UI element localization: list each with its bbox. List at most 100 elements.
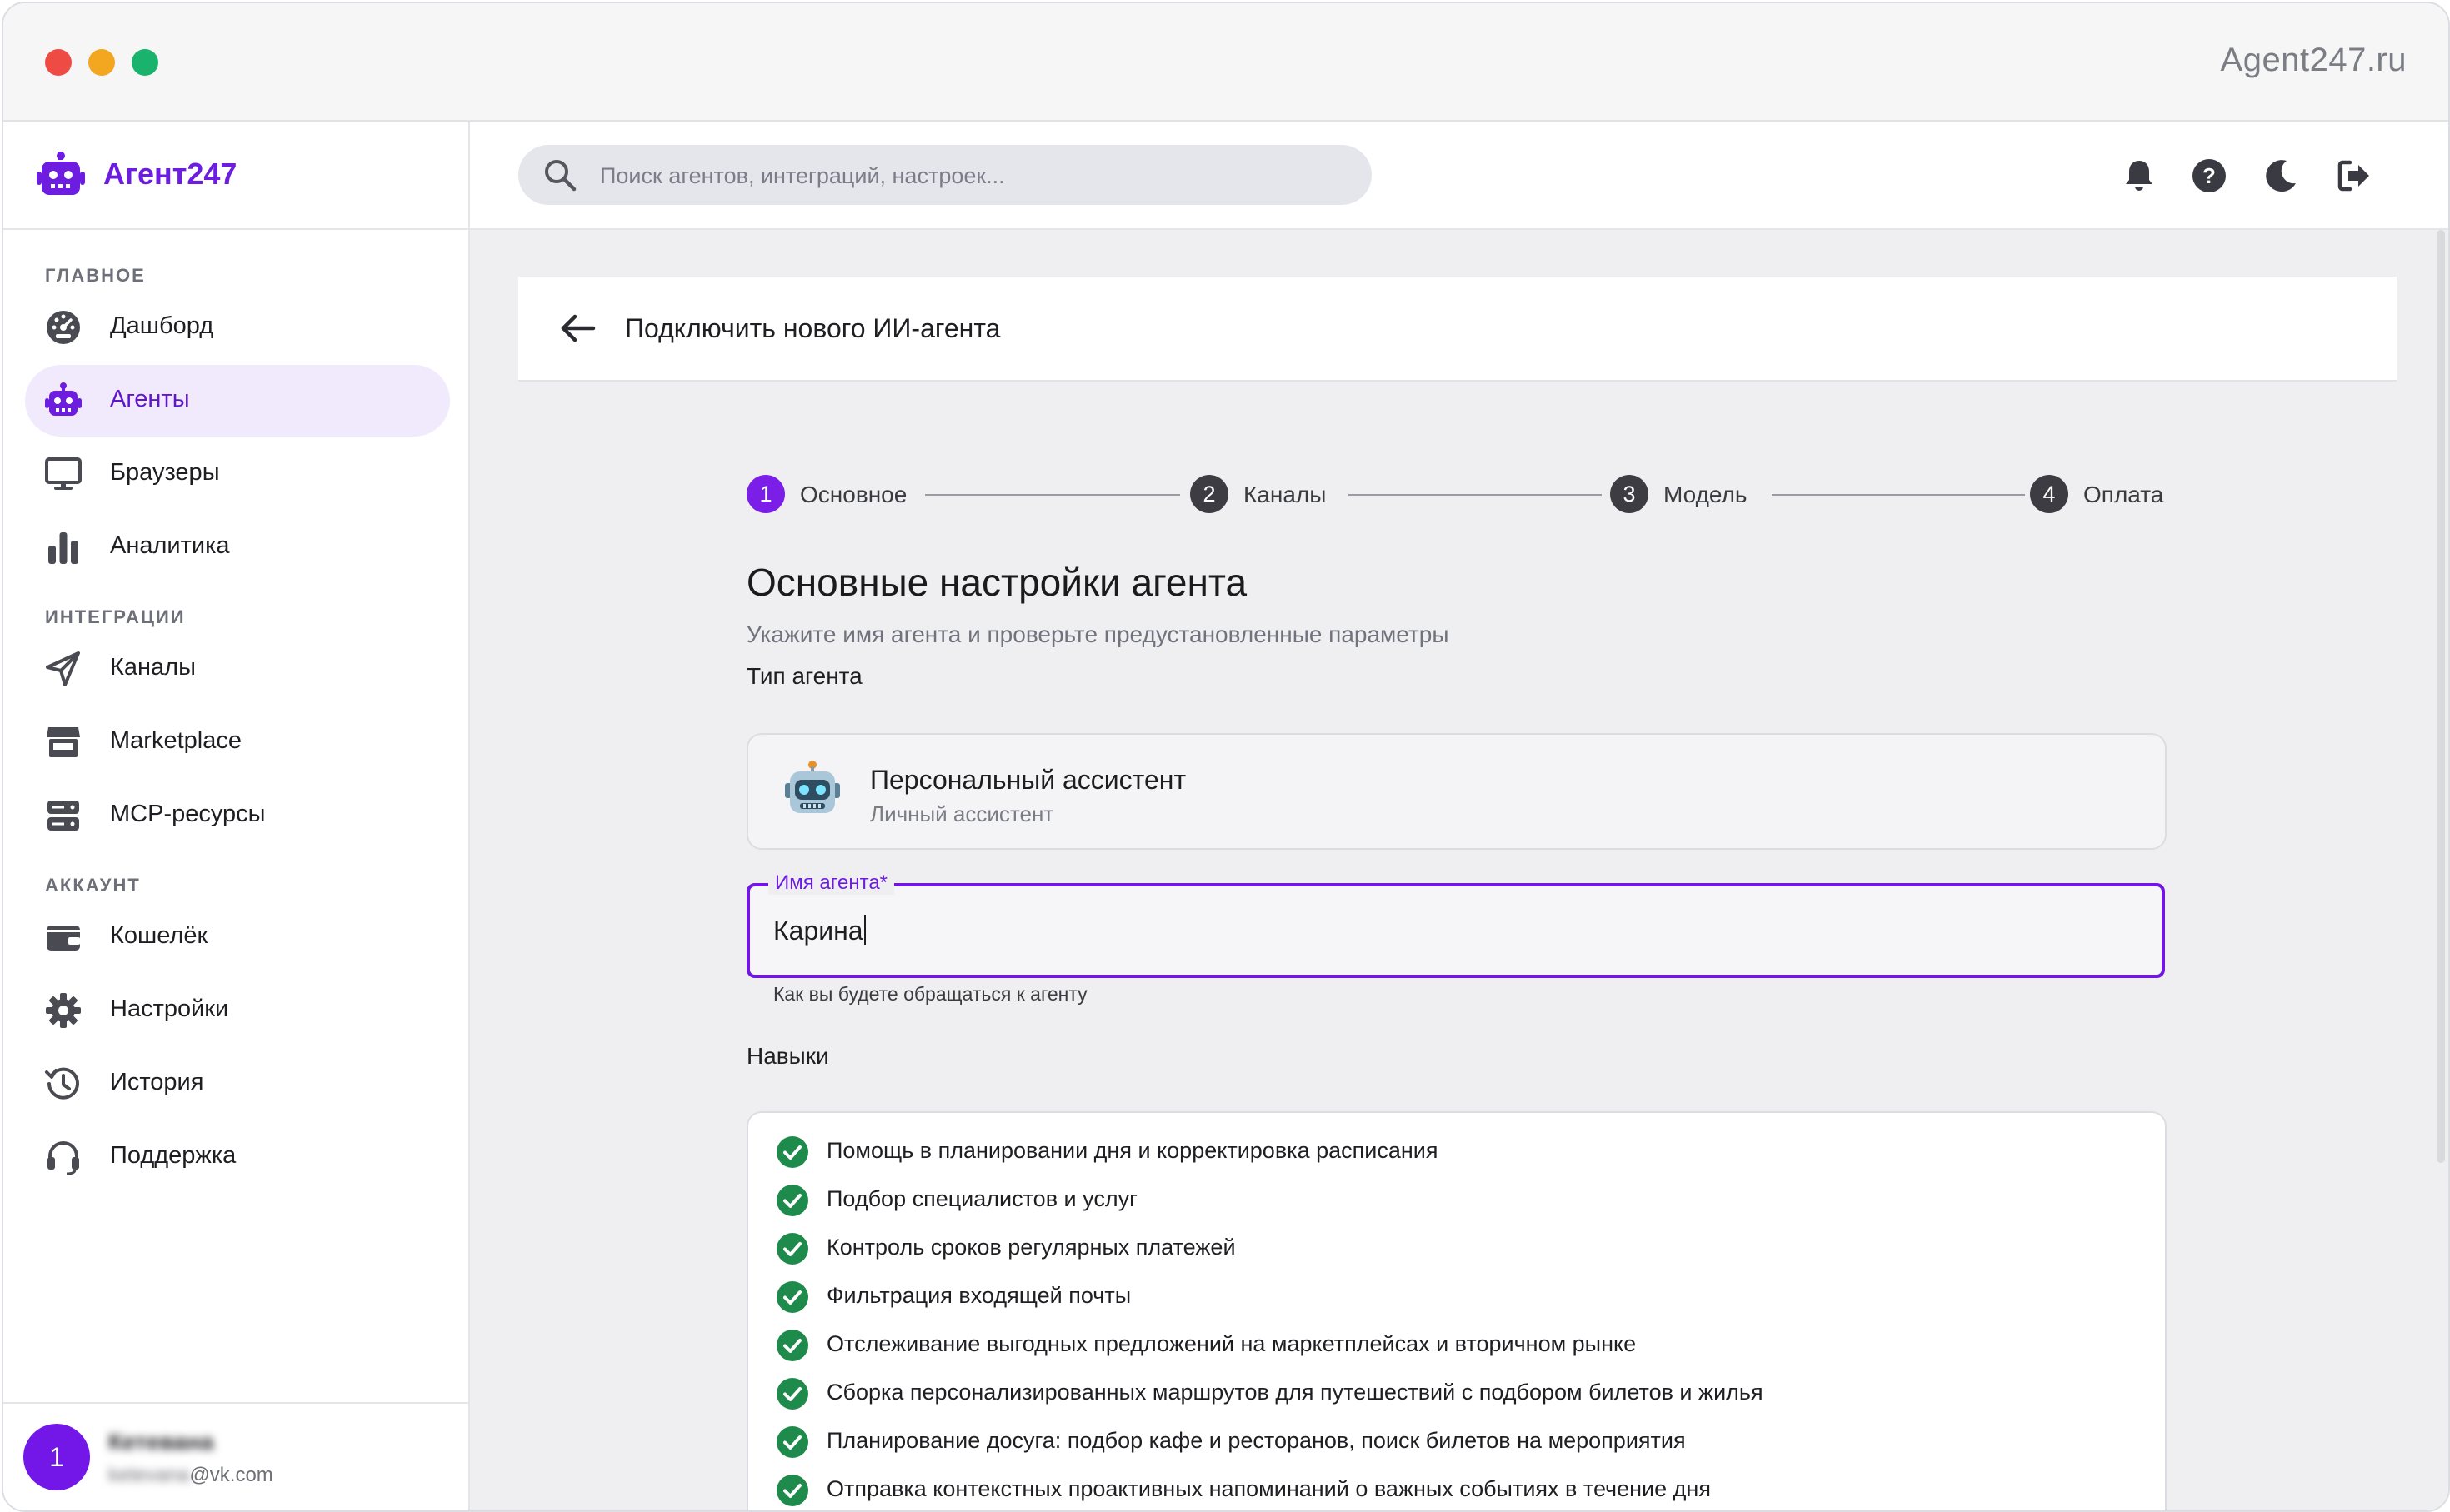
agent-name-field[interactable]: Имя агента* Карина [747, 871, 2165, 978]
agent-name-input[interactable]: Карина [773, 915, 866, 946]
monitor-icon [45, 457, 82, 490]
step-1-number[interactable]: 1 [747, 475, 785, 513]
agent-name-help: Как вы будете обращаться к агенту [773, 983, 1088, 1005]
title-bar: Agent247.ru [3, 3, 2448, 122]
app-window: Agent247.ru Агент247 ГЛАВНОЕ Дашборд Аге… [2, 2, 2450, 1512]
sidebar-item-label: Marketplace [110, 727, 242, 754]
form-subtitle: Укажите имя агента и проверьте предустан… [747, 621, 1449, 647]
svg-text:?: ? [2202, 163, 2216, 188]
sidebar-item-label: Настройки [110, 996, 229, 1022]
skill-text: Подбор специалистов и услуг [827, 1186, 1138, 1211]
check-circle-icon [777, 1281, 808, 1313]
skills-list: Помощь в планировании дня и корректировк… [747, 1111, 2167, 1510]
store-icon [47, 727, 80, 757]
step-connector [925, 494, 1180, 496]
arrow-left-icon[interactable] [560, 312, 597, 345]
close-window-button[interactable] [45, 49, 72, 76]
step-connector [1772, 494, 2025, 496]
check-circle-icon [777, 1426, 808, 1458]
check-circle-icon [777, 1136, 808, 1168]
section-label-integrations: ИНТЕГРАЦИИ [45, 606, 186, 627]
top-bar: ? [470, 122, 2448, 230]
step-2-number[interactable]: 2 [1190, 475, 1228, 513]
agent-name-label: Имя агента* [768, 871, 894, 895]
search-input[interactable] [598, 145, 1352, 207]
sidebar-item-label: Агенты [110, 386, 190, 412]
robot-logo-icon [37, 152, 85, 195]
minimize-window-button[interactable] [88, 49, 115, 76]
check-circle-icon [777, 1233, 808, 1265]
agent-type-label: Тип агента [747, 663, 862, 689]
check-circle-icon [777, 1185, 808, 1216]
help-icon[interactable]: ? [2192, 158, 2227, 193]
agent-type-name: Персональный ассистент [870, 765, 1187, 795]
agent-type-description: Личный ассистент [870, 801, 1054, 826]
sidebar-item-label: Каналы [110, 654, 196, 681]
step-connector [1348, 494, 1602, 496]
sidebar: Агент247 ГЛАВНОЕ Дашборд Агенты Браузеры… [3, 122, 470, 1510]
user-email-domain: @vk.com [189, 1464, 273, 1486]
sidebar-item-label: Браузеры [110, 459, 220, 486]
check-circle-icon [777, 1475, 808, 1506]
sidebar-item-dashboard[interactable]: Дашборд [25, 292, 450, 363]
sidebar-item-browsers[interactable]: Браузеры [25, 438, 450, 510]
bar-chart-icon [48, 532, 78, 564]
sidebar-item-analytics[interactable]: Аналитика [25, 511, 450, 583]
sidebar-item-mcp[interactable]: MCP-ресурсы [25, 780, 450, 851]
maximize-window-button[interactable] [132, 49, 158, 76]
search-bar[interactable] [518, 145, 1372, 207]
history-icon [45, 1067, 79, 1100]
user-email: ketevana@vk.com [108, 1464, 273, 1487]
sidebar-item-marketplace[interactable]: Marketplace [25, 706, 450, 778]
stepper: 1 Основное 2 Каналы 3 Модель 4 Оплата [747, 473, 2168, 513]
send-icon [46, 651, 80, 686]
sidebar-item-label: MCP-ресурсы [110, 801, 266, 827]
form-title: Основные настройки агента [747, 561, 1248, 604]
section-label-main: ГЛАВНОЕ [45, 265, 146, 286]
agent-type-card[interactable]: Персональный ассистент Личный ассистент [747, 733, 2167, 850]
page-header: Подключить нового ИИ-агента [518, 277, 2397, 382]
sidebar-item-label: Поддержка [110, 1142, 237, 1169]
step-4-number[interactable]: 4 [2030, 475, 2068, 513]
step-4-label: Оплата [2083, 482, 2164, 507]
headset-icon [48, 1141, 79, 1175]
bell-icon[interactable] [2122, 158, 2157, 193]
brand[interactable]: Агент247 [3, 122, 468, 230]
user-email-local-part: ketevana [108, 1464, 190, 1486]
page-title: Подключить нового ИИ-агента [625, 313, 1001, 343]
step-1-label: Основное [800, 482, 908, 507]
sidebar-item-label: Кошелёк [110, 922, 208, 949]
sidebar-item-history[interactable]: История [25, 1048, 450, 1120]
wallet-icon [47, 926, 80, 951]
server-icon [48, 801, 79, 831]
logout-icon[interactable] [2337, 158, 2372, 193]
robot-emoji-icon [785, 761, 840, 813]
check-circle-icon [777, 1330, 808, 1361]
sidebar-item-agents[interactable]: Агенты [25, 365, 450, 437]
section-label-account: АККАУНТ [45, 875, 141, 896]
step-2-label: Каналы [1243, 482, 1327, 507]
search-icon [545, 160, 577, 192]
avatar[interactable]: 1 [23, 1424, 90, 1490]
sidebar-item-channels[interactable]: Каналы [25, 633, 450, 705]
check-circle-icon [777, 1378, 808, 1410]
sidebar-item-settings[interactable]: Настройки [25, 975, 450, 1046]
scrollbar[interactable] [2437, 230, 2445, 1163]
user-name: Кетевана [108, 1429, 214, 1455]
user-profile[interactable]: 1 Кетевана ketevana@vk.com [3, 1402, 468, 1510]
skill-text: Сборка персонализированных маршрутов для… [827, 1380, 1763, 1405]
skill-text: Фильтрация входящей почты [827, 1283, 1132, 1308]
moon-icon[interactable] [2263, 158, 2298, 193]
skills-label: Навыки [747, 1043, 829, 1069]
text-caret [863, 915, 866, 945]
sidebar-item-wallet[interactable]: Кошелёк [25, 901, 450, 973]
step-3-number[interactable]: 3 [1610, 475, 1648, 513]
sidebar-item-label: Дашборд [110, 312, 214, 339]
sidebar-item-label: Аналитика [110, 532, 230, 559]
sidebar-item-support[interactable]: Поддержка [25, 1121, 450, 1193]
skill-text: Контроль сроков регулярных платежей [827, 1235, 1236, 1260]
step-3-label: Модель [1663, 482, 1748, 507]
main-content: Подключить нового ИИ-агента 1 Основное 2… [470, 230, 2448, 1510]
skill-text: Помощь в планировании дня и корректировк… [827, 1138, 1438, 1163]
sidebar-item-label: История [110, 1069, 204, 1095]
